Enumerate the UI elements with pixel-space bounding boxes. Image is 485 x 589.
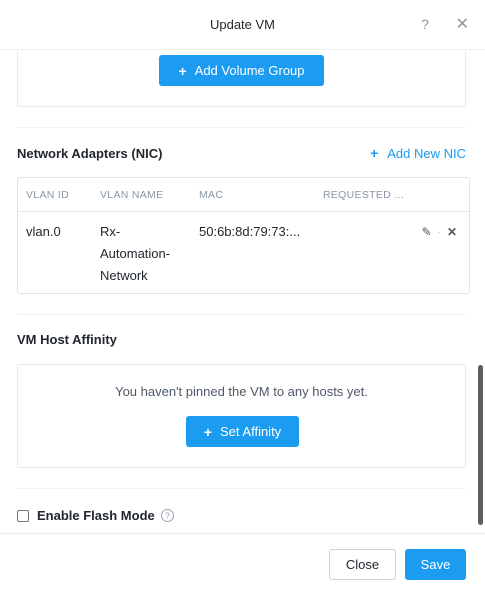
save-button[interactable]: Save xyxy=(405,549,466,580)
flash-mode-row: Enable Flash Mode ? xyxy=(17,508,174,523)
scrollbar-thumb[interactable] xyxy=(478,365,483,525)
add-new-nic-link[interactable]: + Add New NIC xyxy=(370,145,466,161)
column-header-vlan-id: VLAN ID xyxy=(26,189,69,201)
edit-pencil-icon[interactable]: ✎ xyxy=(422,225,432,239)
dialog-header: Update VM ? ✕ xyxy=(0,0,485,50)
add-volume-group-label: Add Volume Group xyxy=(194,63,305,78)
flash-mode-label: Enable Flash Mode xyxy=(37,508,155,523)
nic-section-title: Network Adapters (NIC) xyxy=(17,146,163,161)
nic-table-header: VLAN ID VLAN NAME MAC REQUESTED ... xyxy=(18,178,469,212)
section-divider xyxy=(17,314,466,315)
close-icon[interactable]: ✕ xyxy=(456,14,469,34)
set-affinity-label: Set Affinity xyxy=(220,424,282,439)
column-header-mac: MAC xyxy=(199,189,224,201)
section-divider xyxy=(17,488,466,489)
close-button[interactable]: Close xyxy=(329,549,396,580)
flash-mode-checkbox[interactable] xyxy=(17,509,29,522)
vlan-id-cell: vlan.0 xyxy=(26,224,61,239)
affinity-empty-message: You haven't pinned the VM to any hosts y… xyxy=(115,384,368,399)
dialog-title: Update VM xyxy=(209,17,276,32)
help-circle-icon[interactable]: ? xyxy=(160,509,174,522)
plus-icon: + xyxy=(178,62,187,79)
column-header-vlan-name: VLAN NAME xyxy=(100,189,164,201)
set-affinity-button[interactable]: + Set Affinity xyxy=(186,416,299,447)
add-volume-group-button[interactable]: + Add Volume Group xyxy=(159,55,324,86)
row-actions: ✎ · ✕ xyxy=(422,225,457,239)
affinity-section-title: VM Host Affinity xyxy=(17,332,117,347)
plus-icon: + xyxy=(203,423,212,440)
help-icon[interactable]: ? xyxy=(421,16,429,32)
action-separator: · xyxy=(437,226,441,238)
column-header-requested: REQUESTED ... xyxy=(323,189,404,201)
vlan-name-line: Network xyxy=(100,268,148,283)
mac-cell: 50:6b:8d:79:73:... xyxy=(199,224,301,239)
nic-table: VLAN ID VLAN NAME MAC REQUESTED ... vlan… xyxy=(17,177,470,294)
dialog-footer: Close Save xyxy=(0,533,485,589)
vlan-name-line: Rx- xyxy=(100,224,121,239)
plus-icon: + xyxy=(370,145,379,161)
add-new-nic-label: Add New NIC xyxy=(387,146,466,161)
delete-x-icon[interactable]: ✕ xyxy=(447,225,457,239)
vlan-name-line: Automation- xyxy=(100,246,171,261)
section-divider xyxy=(17,127,466,128)
affinity-panel: You haven't pinned the VM to any hosts y… xyxy=(17,364,466,468)
